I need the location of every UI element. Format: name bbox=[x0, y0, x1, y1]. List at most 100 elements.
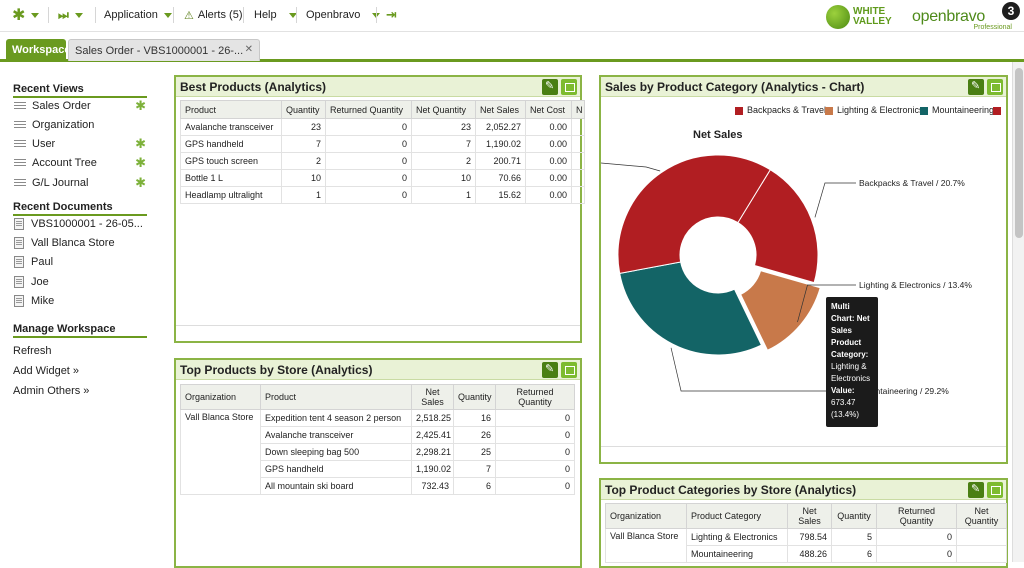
white-valley-ball-icon bbox=[826, 5, 850, 29]
widget-footer-divider bbox=[176, 325, 580, 326]
recent-doc-label: Vall Blanca Store bbox=[31, 237, 115, 249]
table-row[interactable]: Headlamp ultralight 1 0 1 15.62 0.00 bbox=[180, 186, 585, 204]
table-row[interactable]: Vall Blanca Store Lighting & Electronics 7… bbox=[605, 528, 1007, 563]
user-profile-label: Openbravo bbox=[306, 9, 361, 21]
edit-icon[interactable] bbox=[542, 362, 558, 378]
tab-sales-order[interactable]: Sales Order - VBS1000001 - 26-... ✕ bbox=[68, 39, 260, 61]
table-cell bbox=[571, 169, 585, 187]
recent-doc-paul[interactable]: Paul bbox=[14, 254, 150, 270]
table-cell: Expedition tent 4 season 2 person bbox=[260, 409, 412, 427]
maximize-icon[interactable] bbox=[987, 79, 1003, 95]
top-products-by-store-table: Organization Product Net Sales Quantity … bbox=[180, 384, 575, 495]
recent-view-sales-order[interactable]: Sales Order ✱ bbox=[14, 98, 150, 114]
recent-doc-vbs1000001[interactable]: VBS1000001 - 26-05... bbox=[14, 216, 150, 232]
user-profile-menu[interactable]: Openbravo bbox=[306, 0, 381, 30]
table-cell: Lighting & Electronics bbox=[686, 528, 788, 546]
alerts-button[interactable]: ⚠ Alerts (5) bbox=[184, 0, 243, 30]
table-cell: 2,298.21 bbox=[411, 443, 454, 461]
table-cell: 0.00 bbox=[525, 169, 572, 187]
recent-doc-vall-blanca-store[interactable]: Vall Blanca Store bbox=[14, 235, 150, 251]
recent-view-gl-journal[interactable]: G/L Journal ✱ bbox=[14, 175, 150, 191]
sales-by-category-chart-widget: Sales by Product Category (Analytics - C… bbox=[599, 75, 1008, 464]
column-header[interactable]: Net Sales bbox=[411, 384, 454, 410]
column-header[interactable]: Net Quantity bbox=[411, 100, 476, 119]
help-menu[interactable]: Help bbox=[254, 0, 297, 30]
logout-button[interactable]: ⇥ bbox=[386, 0, 397, 30]
quick-launch-menu[interactable]: ⏭ bbox=[58, 0, 83, 30]
quick-create-menu[interactable]: ✱ bbox=[12, 0, 40, 30]
maximize-icon[interactable] bbox=[987, 482, 1003, 498]
table-cell: GPS handheld bbox=[260, 460, 412, 478]
table-cell: Down sleeping bag 500 bbox=[260, 443, 412, 461]
widget-title: Top Products by Store (Analytics) bbox=[180, 363, 373, 377]
best-products-table: Product Quantity Returned Quantity Net Q… bbox=[180, 100, 585, 204]
column-header[interactable]: Returned Quantity bbox=[876, 503, 957, 529]
column-header[interactable]: Product bbox=[260, 384, 412, 410]
table-cell: 0 bbox=[325, 152, 412, 170]
recent-doc-mike[interactable]: Mike bbox=[14, 293, 150, 309]
column-header[interactable]: Returned Quantity bbox=[495, 384, 575, 410]
recent-doc-joe[interactable]: Joe bbox=[14, 274, 150, 290]
scrollbar-thumb[interactable] bbox=[1015, 68, 1023, 238]
table-cell: Bottle 1 L bbox=[180, 169, 282, 187]
column-header[interactable]: Organization bbox=[180, 384, 261, 410]
table-cell: 10 bbox=[281, 169, 326, 187]
recent-view-organization[interactable]: Organization bbox=[14, 117, 150, 133]
column-header[interactable]: Product bbox=[180, 100, 282, 119]
window-list-icon bbox=[14, 101, 26, 111]
recent-view-label: User bbox=[32, 138, 56, 150]
left-navigation: Recent Views Sales Order ✱ Organization U… bbox=[0, 62, 160, 562]
table-row[interactable]: GPS handheld 7 0 7 1,190.02 0.00 bbox=[180, 135, 585, 153]
star-icon[interactable]: ✱ bbox=[135, 99, 146, 112]
column-header[interactable]: Quantity bbox=[281, 100, 326, 119]
column-header[interactable]: Net Cost bbox=[525, 100, 572, 119]
admin-others-link[interactable]: Admin Others » bbox=[13, 385, 89, 397]
donut-slice[interactable] bbox=[619, 261, 763, 356]
star-icon[interactable]: ✱ bbox=[135, 176, 146, 189]
edit-icon[interactable] bbox=[968, 482, 984, 498]
column-header[interactable]: N bbox=[571, 100, 585, 119]
tooltip-line: Chart: Net bbox=[831, 314, 870, 323]
refresh-link[interactable]: Refresh bbox=[13, 345, 52, 357]
slice-label: Lighting & Electronics / 13.4% bbox=[859, 280, 972, 290]
table-row[interactable]: Avalanche transceiver 23 0 23 2,052.27 0.00 bbox=[180, 118, 585, 136]
table-row[interactable]: Bottle 1 L 10 0 10 70.66 0.00 bbox=[180, 169, 585, 187]
column-header[interactable]: Quantity bbox=[453, 384, 496, 410]
table-cell bbox=[956, 528, 1007, 546]
column-header[interactable]: Product Category bbox=[686, 503, 788, 529]
tab-workspace[interactable]: Workspace bbox=[6, 39, 71, 61]
column-header[interactable]: Net Quantity bbox=[956, 503, 1007, 529]
recent-doc-label: Paul bbox=[31, 256, 54, 268]
edit-icon[interactable] bbox=[542, 79, 558, 95]
white-valley-logo: WHITE VALLEY bbox=[826, 4, 892, 30]
recent-documents-title: Recent Documents bbox=[13, 201, 147, 216]
tooltip-line: Product bbox=[831, 338, 862, 347]
application-menu[interactable]: Application bbox=[104, 0, 172, 30]
edit-icon[interactable] bbox=[968, 79, 984, 95]
star-icon[interactable]: ✱ bbox=[135, 137, 146, 150]
page-scrollbar[interactable] bbox=[1012, 62, 1024, 562]
table-row[interactable]: GPS touch screen 2 0 2 200.71 0.00 bbox=[180, 152, 585, 170]
column-header[interactable]: Quantity bbox=[831, 503, 877, 529]
star-icon[interactable]: ✱ bbox=[135, 156, 146, 169]
recent-view-account-tree[interactable]: Account Tree ✱ bbox=[14, 155, 150, 171]
column-header[interactable]: Returned Quantity bbox=[325, 100, 412, 119]
table-cell: 2,052.27 bbox=[475, 118, 526, 136]
add-widget-link[interactable]: Add Widget » bbox=[13, 365, 79, 377]
table-cell: GPS touch screen bbox=[180, 152, 282, 170]
maximize-icon[interactable] bbox=[561, 79, 577, 95]
table-row[interactable]: Vall Blanca Store Expedition tent 4 seaso… bbox=[180, 409, 575, 495]
tooltip-line: (13.4%) bbox=[831, 410, 860, 419]
tooltip-line: Electronics bbox=[831, 374, 871, 383]
logo-line-2: VALLEY bbox=[853, 16, 892, 27]
column-header[interactable]: Net Sales bbox=[475, 100, 526, 119]
window-list-icon bbox=[14, 139, 26, 149]
best-products-widget: Best Products (Analytics) Product Quanti… bbox=[174, 75, 585, 343]
maximize-icon[interactable] bbox=[561, 362, 577, 378]
chevron-down-icon bbox=[163, 12, 172, 18]
close-icon[interactable]: ✕ bbox=[245, 44, 253, 55]
table-cell: 2 bbox=[411, 152, 476, 170]
recent-view-user[interactable]: User ✱ bbox=[14, 136, 150, 152]
column-header[interactable]: Net Sales bbox=[787, 503, 832, 529]
column-header[interactable]: Organization bbox=[605, 503, 687, 529]
